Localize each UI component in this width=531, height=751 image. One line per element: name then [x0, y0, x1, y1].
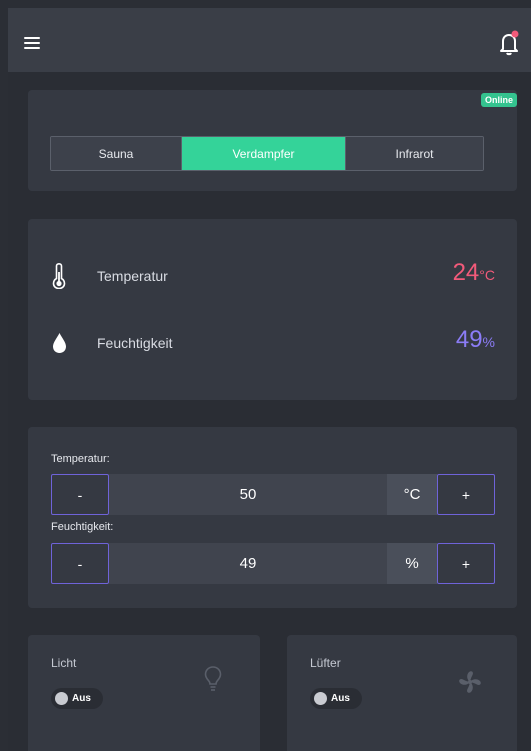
- fan-title: Lüfter: [310, 656, 341, 670]
- light-toggle-knob: [55, 692, 68, 705]
- light-title: Licht: [51, 656, 77, 670]
- temperature-minus-button[interactable]: -: [51, 474, 109, 515]
- humidity-setpoint-label: Feuchtigkeit:: [51, 521, 114, 533]
- temperature-setpoint-label: Temperatur:: [51, 453, 110, 465]
- tab-verdampfer[interactable]: Verdampfer: [182, 137, 346, 170]
- thermometer-icon: [52, 262, 66, 294]
- temperature-plus-button[interactable]: +: [437, 474, 495, 515]
- temperature-setpoint-input[interactable]: [109, 474, 387, 515]
- fan-toggle-knob: [314, 692, 327, 705]
- tab-infrarot[interactable]: Infrarot: [346, 137, 483, 170]
- fan-card: Lüfter Aus: [287, 635, 517, 751]
- humidity-value: 49%: [456, 326, 495, 354]
- temperature-unit: °C: [479, 267, 495, 283]
- status-badge: Online: [480, 93, 517, 107]
- water-drop-icon: [52, 332, 67, 359]
- app-frame: Online Sauna Verdampfer Infrarot Tempera…: [8, 8, 531, 751]
- humidity-minus-button[interactable]: -: [51, 543, 109, 584]
- bell-icon[interactable]: [497, 30, 521, 56]
- top-bar: [8, 8, 531, 72]
- humidity-setpoint-input[interactable]: [109, 543, 387, 584]
- humidity-plus-button[interactable]: +: [437, 543, 495, 584]
- temperature-reading: Temperatur 24°C: [28, 257, 517, 297]
- temperature-stepper: - °C +: [51, 474, 495, 515]
- mode-segmented-control: Sauna Verdampfer Infrarot: [50, 136, 484, 171]
- temperature-value: 24°C: [453, 259, 495, 287]
- tab-sauna[interactable]: Sauna: [51, 137, 182, 170]
- humidity-unit: %: [482, 334, 495, 350]
- temperature-number: 24: [452, 259, 480, 286]
- humidity-reading: Feuchtigkeit 49%: [28, 324, 517, 364]
- light-toggle[interactable]: Aus: [51, 688, 103, 709]
- temperature-setpoint-unit: °C: [387, 474, 437, 515]
- temperature-label: Temperatur: [97, 268, 168, 284]
- setpoints-card: Temperatur: - °C + Feuchtigkeit: - % +: [28, 427, 517, 608]
- fan-toggle-label: Aus: [331, 693, 350, 704]
- fan-icon: [457, 669, 483, 700]
- light-toggle-label: Aus: [72, 693, 91, 704]
- humidity-label: Feuchtigkeit: [97, 335, 173, 351]
- humidity-stepper: - % +: [51, 543, 495, 584]
- readings-card: Temperatur 24°C Feuchtigkeit 49%: [28, 219, 517, 400]
- lightbulb-icon: [204, 665, 222, 698]
- fan-toggle[interactable]: Aus: [310, 688, 362, 709]
- light-card: Licht Aus: [28, 635, 260, 751]
- mode-card: Online Sauna Verdampfer Infrarot: [28, 90, 517, 191]
- humidity-number: 49: [455, 326, 483, 353]
- hamburger-menu-icon[interactable]: [24, 37, 40, 49]
- humidity-setpoint-unit: %: [387, 543, 437, 584]
